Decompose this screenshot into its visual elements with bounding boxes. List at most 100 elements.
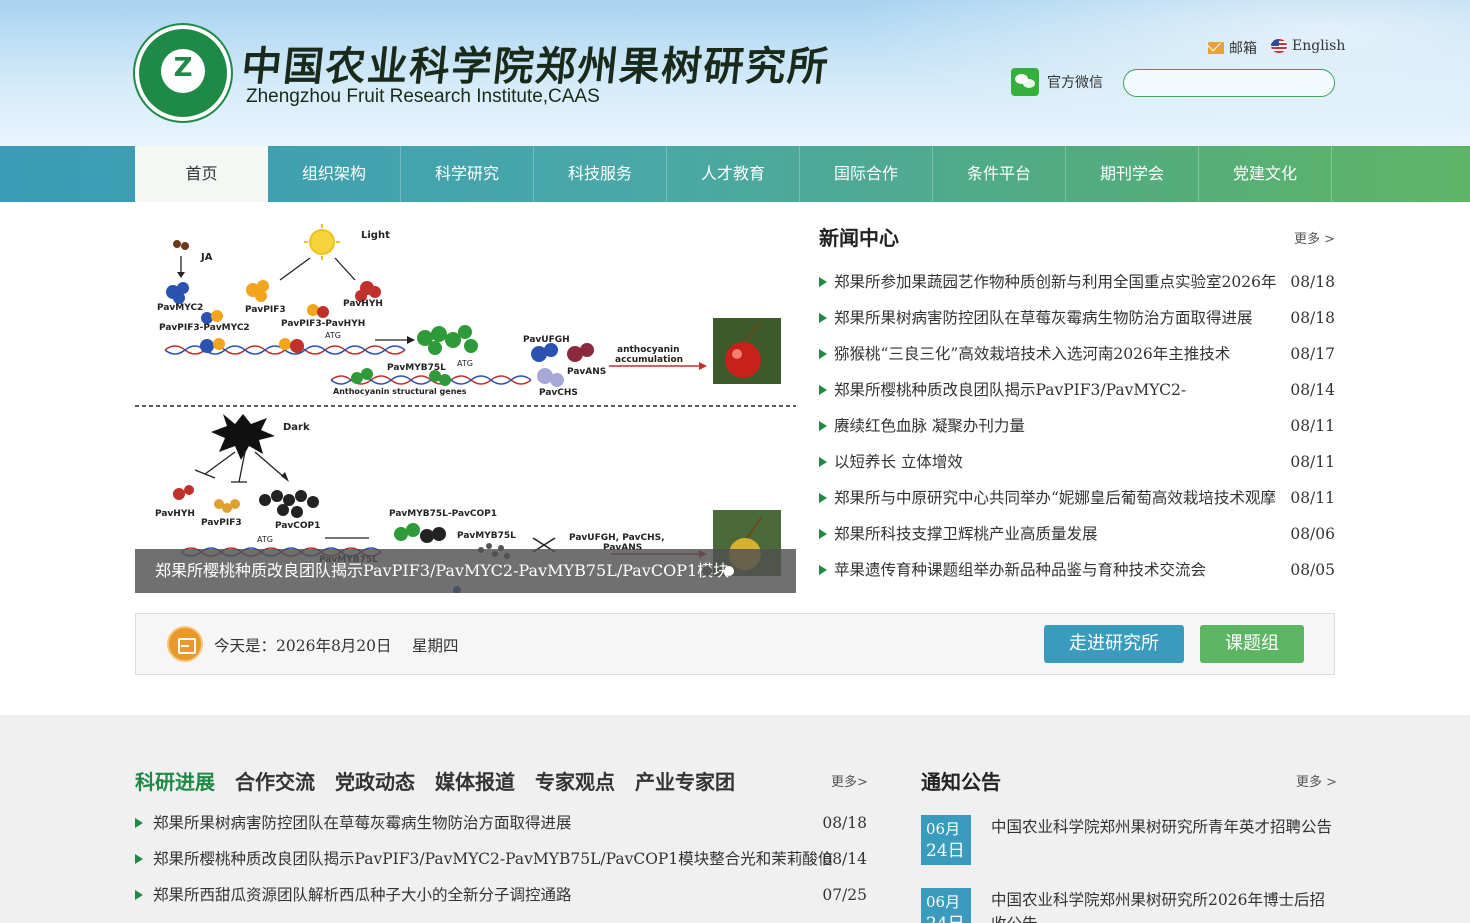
notice-date-box: 06月24日 xyxy=(921,888,971,923)
news-item-date: 08/06 xyxy=(1290,525,1335,543)
news-item[interactable]: 苹果遗传育种课题组举办新品种品鉴与育种技术交流会 08/05 xyxy=(819,552,1335,588)
svg-text:PavCOP1: PavCOP1 xyxy=(275,521,320,531)
site-title-en[interactable]: Zhengzhou Fruit Research Institute,CAAS xyxy=(246,86,600,108)
svg-text:PavMYB75L-PavCOP1: PavMYB75L-PavCOP1 xyxy=(389,509,497,519)
news-item[interactable]: 郑果所与中原研究中心共同举办“妮娜皇后葡萄高效栽培技术观摩 08/11 xyxy=(819,480,1335,516)
svg-text:PavMYB75L: PavMYB75L xyxy=(457,531,516,541)
triangle-bullet-icon xyxy=(819,565,827,575)
notice-item[interactable]: 06月 24日 中国农业科学院郑州果树研究所青年英才招聘公告 xyxy=(921,815,1335,871)
news-slider[interactable]: Light JA PavMYC2 PavPIF3 PavHYH PavPIF3-… xyxy=(135,220,796,593)
tab-4[interactable]: 专家观点 xyxy=(535,766,615,795)
slider-dot-2-active[interactable] xyxy=(724,566,734,576)
news-item-title[interactable]: 赓续红色血脉 凝聚办刊力量 xyxy=(834,408,1025,444)
news-item-title[interactable]: 郑果所科技支撑卫辉桃产业高质量发展 xyxy=(834,516,1098,552)
nav-item-8[interactable]: 党建文化 xyxy=(1199,146,1332,202)
nav-item-2[interactable]: 科学研究 xyxy=(401,146,534,202)
notice-day: 24日 xyxy=(926,841,965,861)
news-item-date: 08/14 xyxy=(1290,381,1335,399)
research-more-link[interactable]: 更多> xyxy=(831,771,868,790)
tab-2[interactable]: 党政动态 xyxy=(335,766,415,795)
svg-text:PavCHS: PavCHS xyxy=(539,388,578,398)
nav-item-7[interactable]: 期刊学会 xyxy=(1066,146,1199,202)
svg-text:anthocyanin: anthocyanin xyxy=(617,345,680,355)
news-item-date: 08/18 xyxy=(1290,273,1335,291)
tab-5[interactable]: 产业专家团 xyxy=(635,766,735,795)
triangle-bullet-icon xyxy=(819,529,827,539)
news-list: 郑果所参加果蔬园艺作物种质创新与利用全国重点实验室2026年 08/18 郑果所果树… xyxy=(819,264,1335,588)
news-item-title[interactable]: 猕猴桃“三良三化”高效栽培技术入选河南2026年主推技术 xyxy=(834,336,1230,372)
research-item-title[interactable]: 郑果所果树病害防控团队在草莓灰霉病生物防治方面取得进展 xyxy=(153,814,572,832)
news-item[interactable]: 以短养长 立体增效 08/11 xyxy=(819,444,1335,480)
svg-text:Anthocyanin structural genes: Anthocyanin structural genes xyxy=(333,387,467,396)
news-item-title[interactable]: 以短养长 立体增效 xyxy=(834,444,963,480)
nav-item-0[interactable]: 首页 xyxy=(135,146,268,202)
news-item[interactable]: 郑果所果树病害防控团队在草莓灰霉病生物防治方面取得进展 08/18 xyxy=(819,300,1335,336)
about-institute-button[interactable]: 走进研究所 xyxy=(1044,625,1184,663)
svg-text:JA: JA xyxy=(200,252,213,263)
notice-header: 通知公告 xyxy=(921,766,1001,795)
site-header: Z CAAS 中国农业科学院郑州果树研究所 Zhengzhou Fruit Re… xyxy=(0,0,1470,146)
research-item-title[interactable]: 郑果所西甜瓜资源团队解析西瓜种子大小的全新分子调控通路 xyxy=(153,886,572,904)
slider-dot-1[interactable] xyxy=(702,566,712,576)
research-item-date: 08/18 xyxy=(822,814,867,832)
slider-caption[interactable]: 郑果所樱桃种质改良团队揭示PavPIF3/PavMYC2-PavMYB75L/P… xyxy=(135,549,796,593)
svg-text:PavPIF3: PavPIF3 xyxy=(245,305,286,315)
date-bar: 今天是：2026年8月20日 星期四 走进研究所 课题组 xyxy=(135,613,1335,675)
svg-text:PavMYC2: PavMYC2 xyxy=(157,303,203,313)
research-item-title[interactable]: 郑果所樱桃种质改良团队揭示PavPIF3/PavMYC2-PavMYB75L/P… xyxy=(153,850,833,868)
nav-item-4[interactable]: 人才教育 xyxy=(667,146,800,202)
calendar-icon xyxy=(167,626,203,662)
notice-title-text[interactable]: 中国农业科学院郑州果树研究所青年英才招聘公告 xyxy=(991,815,1335,839)
news-item-date: 08/18 xyxy=(1290,309,1335,327)
news-item-title[interactable]: 郑果所果树病害防控团队在草莓灰霉病生物防治方面取得进展 xyxy=(834,300,1253,336)
notice-title-text[interactable]: 中国农业科学院郑州果树研究所2026年博士后招收公告 xyxy=(991,888,1335,923)
mail-link[interactable]: 邮箱 xyxy=(1208,38,1257,58)
news-more-link[interactable]: 更多 > xyxy=(1294,228,1335,247)
research-item[interactable]: 郑果所樱桃种质改良团队揭示PavPIF3/PavMYC2-PavMYB75L/P… xyxy=(135,841,867,877)
news-item-title[interactable]: 郑果所参加果蔬园艺作物种质创新与利用全国重点实验室2026年 xyxy=(834,264,1276,300)
triangle-bullet-icon xyxy=(819,313,827,323)
news-item[interactable]: 郑果所参加果蔬园艺作物种质创新与利用全国重点实验室2026年 08/18 xyxy=(819,264,1335,300)
notice-more-link[interactable]: 更多 > xyxy=(1296,771,1337,790)
wechat-label: 官方微信 xyxy=(1047,75,1103,91)
news-item[interactable]: 猕猴桃“三良三化”高效栽培技术入选河南2026年主推技术 08/17 xyxy=(819,336,1335,372)
research-groups-button[interactable]: 课题组 xyxy=(1200,625,1304,663)
nav-item-1[interactable]: 组织架构 xyxy=(268,146,401,202)
today-date: 今天是：2026年8月20日 星期四 xyxy=(214,637,459,655)
site-title-cn[interactable]: 中国农业科学院郑州果树研究所 xyxy=(239,34,833,92)
notice-title: 通知公告 xyxy=(921,770,1001,794)
nav-item-3[interactable]: 科技服务 xyxy=(534,146,667,202)
slider-figure: Light JA PavMYC2 PavPIF3 PavHYH PavPIF3-… xyxy=(135,220,796,593)
news-item[interactable]: 赓续红色血脉 凝聚办刊力量 08/11 xyxy=(819,408,1335,444)
news-item-title[interactable]: 郑果所樱桃种质改良团队揭示PavPIF3/PavMYC2- xyxy=(834,372,1186,408)
notice-item[interactable]: 06月24日中国农业科学院郑州果树研究所2026年博士后招收公告 xyxy=(921,888,1335,923)
tab-0[interactable]: 科研进展 xyxy=(135,766,215,795)
research-item[interactable]: 郑果所果树病害防控团队在草莓灰霉病生物防治方面取得进展 08/18 xyxy=(135,805,867,841)
triangle-bullet-icon xyxy=(135,890,143,900)
nav-item-6[interactable]: 条件平台 xyxy=(933,146,1066,202)
news-item-title[interactable]: 郑果所与中原研究中心共同举办“妮娜皇后葡萄高效栽培技术观摩 xyxy=(834,480,1276,516)
main-nav: 首页 组织架构 科学研究 科技服务 人才教育 国际合作 条件平台 期刊学会 党建文化 xyxy=(0,146,1470,202)
triangle-bullet-icon xyxy=(135,818,143,828)
notice-month: 06月 xyxy=(926,893,961,911)
news-item-title[interactable]: 苹果遗传育种课题组举办新品种品鉴与育种技术交流会 xyxy=(834,552,1206,588)
notice-month: 06月 xyxy=(926,820,961,838)
research-news-list: 郑果所果树病害防控团队在草莓灰霉病生物防治方面取得进展 08/18 郑果所樱桃种质改… xyxy=(135,805,867,913)
tab-3[interactable]: 媒体报道 xyxy=(435,766,515,795)
english-link[interactable]: English xyxy=(1271,38,1345,54)
svg-text:PavPIF3: PavPIF3 xyxy=(201,518,242,528)
logo-emblem: Z xyxy=(161,49,205,93)
news-item[interactable]: 郑果所科技支撑卫辉桃产业高质量发展 08/06 xyxy=(819,516,1335,552)
tab-1[interactable]: 合作交流 xyxy=(235,766,315,795)
news-item-date: 08/11 xyxy=(1290,453,1335,471)
news-item[interactable]: 郑果所樱桃种质改良团队揭示PavPIF3/PavMYC2- 08/14 xyxy=(819,372,1335,408)
notice-day: 24日 xyxy=(926,913,966,923)
research-item[interactable]: 郑果所西甜瓜资源团队解析西瓜种子大小的全新分子调控通路 07/25 xyxy=(135,877,867,913)
wechat-link[interactable]: 官方微信 xyxy=(1011,68,1103,96)
logo-caas-text: CAAS xyxy=(170,77,195,86)
caas-logo[interactable]: Z CAAS xyxy=(135,25,231,121)
search-input[interactable] xyxy=(1123,69,1335,97)
triangle-bullet-icon xyxy=(135,854,143,864)
nav-item-5[interactable]: 国际合作 xyxy=(800,146,933,202)
svg-text:PavANS: PavANS xyxy=(567,367,606,377)
